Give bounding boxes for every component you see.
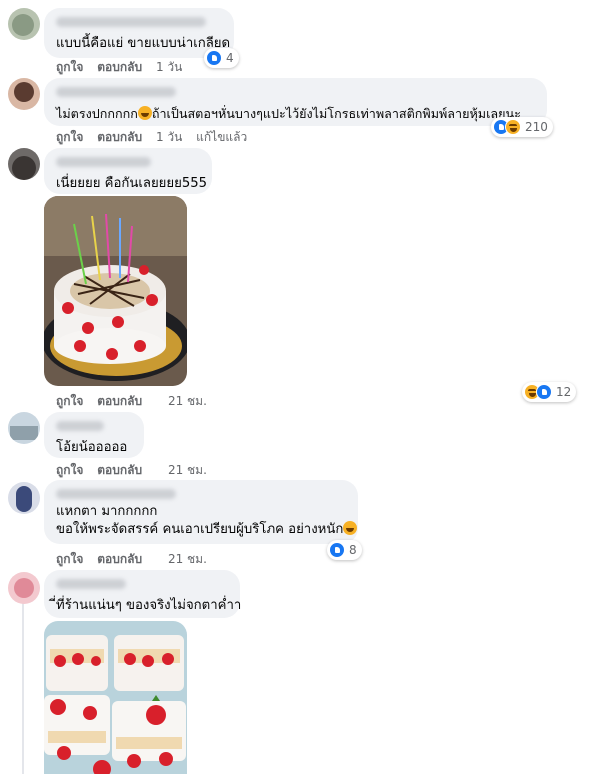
timestamp[interactable]: 21 ชม. [168,552,207,566]
commenter-name[interactable] [56,17,206,27]
comment-bubble: ี่ที่ร้านแน่นๆ ของจริงไม่จกตาค่ำา [44,570,242,618]
commenter-name[interactable] [56,87,176,97]
like-icon [206,50,222,66]
comment-text: ี่ที่ร้านแน่นๆ ของจริงไม่จกตาค่ำา [56,598,242,613]
strawberry-dessert-cups-photo[interactable] [44,621,187,774]
dessert-cups-image [44,621,187,774]
comment-actions: ถูกใจ ตอบกลับ 1 วัน แก้ไขแล้ว [56,128,257,147]
haha-icon [505,119,521,135]
avatar[interactable] [8,412,40,444]
reaction-summary[interactable]: 8 [327,540,362,560]
reaction-summary[interactable]: 12 [522,382,577,402]
strawberry-birthday-cake-photo[interactable] [44,196,187,386]
commenter-name[interactable] [56,421,104,431]
reply-button[interactable]: ตอบกลับ [97,552,142,566]
comment-bubble: ไม่ตรงปกกกกก ถ้าเป็นสตอฯหั่นบางๆแปะไว้ยัง… [44,78,547,126]
timestamp[interactable]: 1 วัน [156,130,182,144]
reply-button[interactable]: ตอบกลับ [97,60,142,74]
like-icon [329,542,345,558]
timestamp[interactable]: 21 ชม. [168,394,207,408]
comment-actions: ถูกใจ ตอบกลับ 21 ชม. [56,392,217,411]
reply-button[interactable]: ตอบกลับ [97,394,142,408]
comment-text-line-2: ขอให้พระจัดสรรค์ คนเอาเปรียบผู้บริโภค อย… [56,521,358,539]
like-button[interactable]: ถูกใจ [56,552,83,566]
timestamp[interactable]: 1 วัน [156,60,182,74]
laughing-emoji-icon [137,106,152,120]
comment-text: โอ้ยน้อออออ [56,440,128,455]
like-button[interactable]: ถูกใจ [56,394,83,408]
commenter-name[interactable] [56,489,176,499]
avatar[interactable] [8,482,40,514]
avatar[interactable] [8,148,40,180]
like-icon [536,384,552,400]
thread-line [22,600,24,774]
comment-text: ไม่ตรงปกกกกก ถ้าเป็นสตอฯหั่นบางๆแปะไว้ยัง… [56,106,521,121]
comment-text: แบบนี้คือแย่ ขายแบบน่าเกลียด [56,36,231,51]
reaction-summary[interactable]: 4 [204,48,239,68]
like-button[interactable]: ถูกใจ [56,463,83,477]
reaction-count: 12 [556,385,572,399]
laughing-emoji-icon [343,521,358,535]
reply-button[interactable]: ตอบกลับ [97,130,142,144]
reaction-count: 4 [226,51,234,65]
comment-actions: ถูกใจ ตอบกลับ 21 ชม. [56,550,217,569]
reaction-count: 8 [349,543,357,557]
commenter-name[interactable] [56,157,151,167]
comment-text-line-1: แหกตา มากกกกก [56,504,158,519]
comment-bubble: เนี่ยยยย คือกันเลยยยย555 [44,148,212,194]
comment-actions: ถูกใจ ตอบกลับ 21 ชม. [56,461,217,480]
edited-label[interactable]: แก้ไขแล้ว [196,130,247,144]
comment-bubble: แหกตา มากกกกก ขอให้พระจัดสรรค์ คนเอาเปรี… [44,480,358,544]
reply-button[interactable]: ตอบกลับ [97,463,142,477]
like-button[interactable]: ถูกใจ [56,130,83,144]
comment-text: เนี่ยยยย คือกันเลยยยย555 [56,176,208,191]
reaction-count: 210 [525,120,548,134]
like-button[interactable]: ถูกใจ [56,60,83,74]
avatar[interactable] [8,572,40,604]
commenter-name[interactable] [56,579,126,589]
avatar[interactable] [8,8,40,40]
avatar[interactable] [8,78,40,110]
cake-image [44,196,187,386]
timestamp[interactable]: 21 ชม. [168,463,207,477]
comment-bubble: โอ้ยน้อออออ [44,412,144,458]
reaction-summary[interactable]: 210 [491,117,553,137]
comment-actions: ถูกใจ ตอบกลับ 1 วัน [56,58,192,77]
